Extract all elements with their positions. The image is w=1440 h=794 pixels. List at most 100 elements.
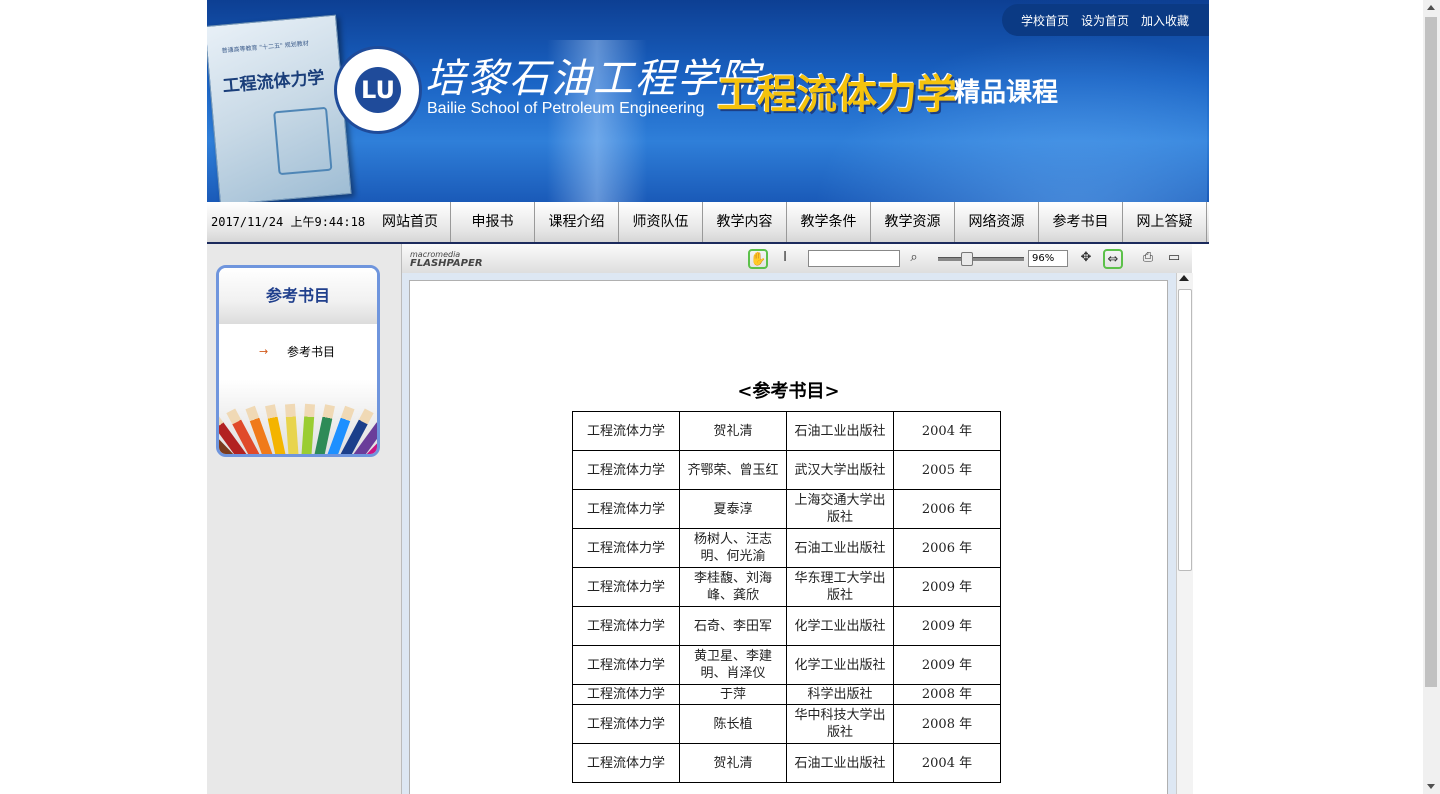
- textbook-cover-image: 普通高等教育 "十二五" 规划教材 工程流体力学: [207, 14, 352, 202]
- search-icon[interactable]: ⌕: [904, 249, 924, 269]
- book-title-cell: 工程流体力学: [572, 450, 680, 490]
- header-banner: 普通高等教育 "十二五" 规划教材 工程流体力学 LU 培黎石油工程学院 Bai…: [207, 0, 1209, 202]
- author-cell: 黄卫星、李建明、肖泽仪: [679, 645, 787, 685]
- document-area[interactable]: <参考书目> 工程流体力学 贺礼清 石油工业出版社 2004 年工程流体力学 齐鄂荣、曾…: [402, 273, 1176, 794]
- table-row: 工程流体力学 黄卫星、李建明、肖泽仪 化学工业出版社 2009 年: [572, 645, 1001, 685]
- course-title: 工程流体力学: [717, 72, 957, 118]
- table-row: 工程流体力学 于萍 科学出版社 2008 年: [572, 684, 1001, 705]
- arrow-right-icon: →: [259, 345, 269, 358]
- book-title-cell: 工程流体力学: [572, 489, 680, 529]
- book-title-cell: 工程流体力学: [572, 704, 680, 744]
- school-name-cn: 培黎石油工程学院: [425, 56, 761, 102]
- top-links: 学校首页 设为首页 加入收藏: [1002, 4, 1209, 36]
- print-icon[interactable]: ⎙: [1138, 249, 1158, 269]
- nav-item-network-resources[interactable]: 网络资源: [955, 202, 1039, 242]
- sidebar: 参考书目 → 参考书目: [207, 244, 401, 794]
- author-cell: 贺礼清: [679, 411, 787, 451]
- table-row: 工程流体力学 杨树人、汪志明、何光渝 石油工业出版社 2006 年: [572, 528, 1001, 568]
- page: 普通高等教育 "十二五" 规划教材 工程流体力学 LU 培黎石油工程学院 Bai…: [207, 0, 1209, 794]
- year-cell: 2005 年: [893, 450, 1001, 490]
- school-logo: LU: [334, 46, 422, 134]
- table-row: 工程流体力学 陈长植 华中科技大学出版社 2008 年: [572, 704, 1001, 744]
- school-logo-icon: LU: [355, 67, 401, 113]
- author-cell: 杨树人、汪志明、何光渝: [679, 528, 787, 568]
- sidebar-box: 参考书目 → 参考书目: [216, 265, 380, 457]
- scroll-down-arrow-icon[interactable]: [1427, 784, 1435, 789]
- pencil-icon: [301, 403, 316, 454]
- nav-item-application[interactable]: 申报书: [451, 202, 535, 242]
- book-title-cell: 工程流体力学: [572, 684, 680, 705]
- book-title-cell: 工程流体力学: [572, 645, 680, 685]
- nav-item-faculty[interactable]: 师资队伍: [619, 202, 703, 242]
- year-cell: 2006 年: [893, 489, 1001, 529]
- year-cell: 2008 年: [893, 704, 1001, 744]
- publisher-cell: 石油工业出版社: [786, 743, 894, 783]
- text-select-icon[interactable]: I: [775, 249, 795, 269]
- school-name-en: Bailie School of Petroleum Engineering: [427, 100, 705, 117]
- publisher-cell: 石油工业出版社: [786, 411, 894, 451]
- viewer-toolbar: macromedia FLASHPAPER ✋ I ⌕ 96% ✥ ⇔ ⎙ ▭: [402, 244, 1192, 274]
- link-add-favorite[interactable]: 加入收藏: [1141, 12, 1189, 29]
- scroll-up-arrow-icon[interactable]: [1427, 5, 1435, 10]
- fit-width-icon[interactable]: ⇔: [1103, 249, 1123, 269]
- year-cell: 2008 年: [893, 684, 1001, 705]
- book-title-cell: 工程流体力学: [572, 411, 680, 451]
- scroll-up-icon[interactable]: [1179, 275, 1189, 281]
- link-set-homepage[interactable]: 设为首页: [1081, 12, 1129, 29]
- publisher-cell: 科学出版社: [786, 684, 894, 705]
- nav-item-online-qa[interactable]: 网上答疑: [1123, 202, 1207, 242]
- hand-tool-icon[interactable]: ✋: [748, 249, 768, 269]
- window-scrollbar[interactable]: [1423, 0, 1440, 794]
- book-title-cell: 工程流体力学: [572, 606, 680, 646]
- table-row: 工程流体力学 夏泰淳 上海交通大学出版社 2006 年: [572, 489, 1001, 529]
- zoom-level-input[interactable]: 96%: [1028, 250, 1068, 267]
- year-cell: 2009 年: [893, 606, 1001, 646]
- author-cell: 陈长植: [679, 704, 787, 744]
- book-title-cell: 工程流体力学: [572, 567, 680, 607]
- zoom-slider-handle[interactable]: [961, 252, 973, 266]
- zoom-slider[interactable]: [938, 252, 1024, 266]
- author-cell: 夏泰淳: [679, 489, 787, 529]
- table-row: 工程流体力学 李桂馥、刘海峰、龚欣 华东理工大学出版社 2009 年: [572, 567, 1001, 607]
- fit-page-icon[interactable]: ✥: [1076, 249, 1096, 269]
- table-row: 工程流体力学 石奇、李田军 化学工业出版社 2009 年: [572, 606, 1001, 646]
- current-datetime: 2017/11/24 上午9:44:18: [211, 215, 366, 229]
- publisher-cell: 化学工业出版社: [786, 606, 894, 646]
- year-cell: 2004 年: [893, 743, 1001, 783]
- nav-item-course-intro[interactable]: 课程介绍: [535, 202, 619, 242]
- publisher-cell: 石油工业出版社: [786, 528, 894, 568]
- main-nav: 2017/11/24 上午9:44:18 网站首页 申报书 课程介绍 师资队伍 …: [207, 202, 1209, 244]
- window-scrollbar-thumb[interactable]: [1425, 17, 1437, 687]
- flashpaper-viewer: macromedia FLASHPAPER ✋ I ⌕ 96% ✥ ⇔ ⎙ ▭ …: [401, 244, 1193, 794]
- publisher-cell: 化学工业出版社: [786, 645, 894, 685]
- document-scrollbar-thumb[interactable]: [1178, 289, 1192, 571]
- link-school-home[interactable]: 学校首页: [1021, 12, 1069, 29]
- sidebar-item-references[interactable]: → 参考书目: [219, 324, 377, 380]
- book-title-cell: 工程流体力学: [572, 528, 680, 568]
- year-cell: 2004 年: [893, 411, 1001, 451]
- year-cell: 2009 年: [893, 645, 1001, 685]
- search-input[interactable]: [808, 250, 900, 267]
- publisher-cell: 华东理工大学出版社: [786, 567, 894, 607]
- publisher-cell: 上海交通大学出版社: [786, 489, 894, 529]
- author-cell: 于萍: [679, 684, 787, 705]
- author-cell: 齐鄂荣、曾玉红: [679, 450, 787, 490]
- nav-item-teaching-content[interactable]: 教学内容: [703, 202, 787, 242]
- table-row: 工程流体力学 齐鄂荣、曾玉红 武汉大学出版社 2005 年: [572, 450, 1001, 490]
- year-cell: 2009 年: [893, 567, 1001, 607]
- author-cell: 石奇、李田军: [679, 606, 787, 646]
- table-row: 工程流体力学 贺礼清 石油工业出版社 2004 年: [572, 411, 1001, 451]
- year-cell: 2006 年: [893, 528, 1001, 568]
- book-diagram-icon: [273, 106, 333, 176]
- options-menu-icon[interactable]: ▭: [1164, 249, 1184, 269]
- publisher-cell: 华中科技大学出版社: [786, 704, 894, 744]
- table-row: 工程流体力学 贺礼清 石油工业出版社 2004 年: [572, 743, 1001, 783]
- nav-item-references[interactable]: 参考书目: [1039, 202, 1123, 242]
- nav-item-home[interactable]: 网站首页: [370, 202, 451, 242]
- publisher-cell: 武汉大学出版社: [786, 450, 894, 490]
- document-heading: <参考书目>: [737, 381, 840, 402]
- flashpaper-logo: macromedia FLASHPAPER: [410, 250, 483, 269]
- document-scrollbar[interactable]: [1176, 273, 1193, 794]
- nav-item-teaching-conditions[interactable]: 教学条件: [787, 202, 871, 242]
- nav-item-teaching-resources[interactable]: 教学资源: [871, 202, 955, 242]
